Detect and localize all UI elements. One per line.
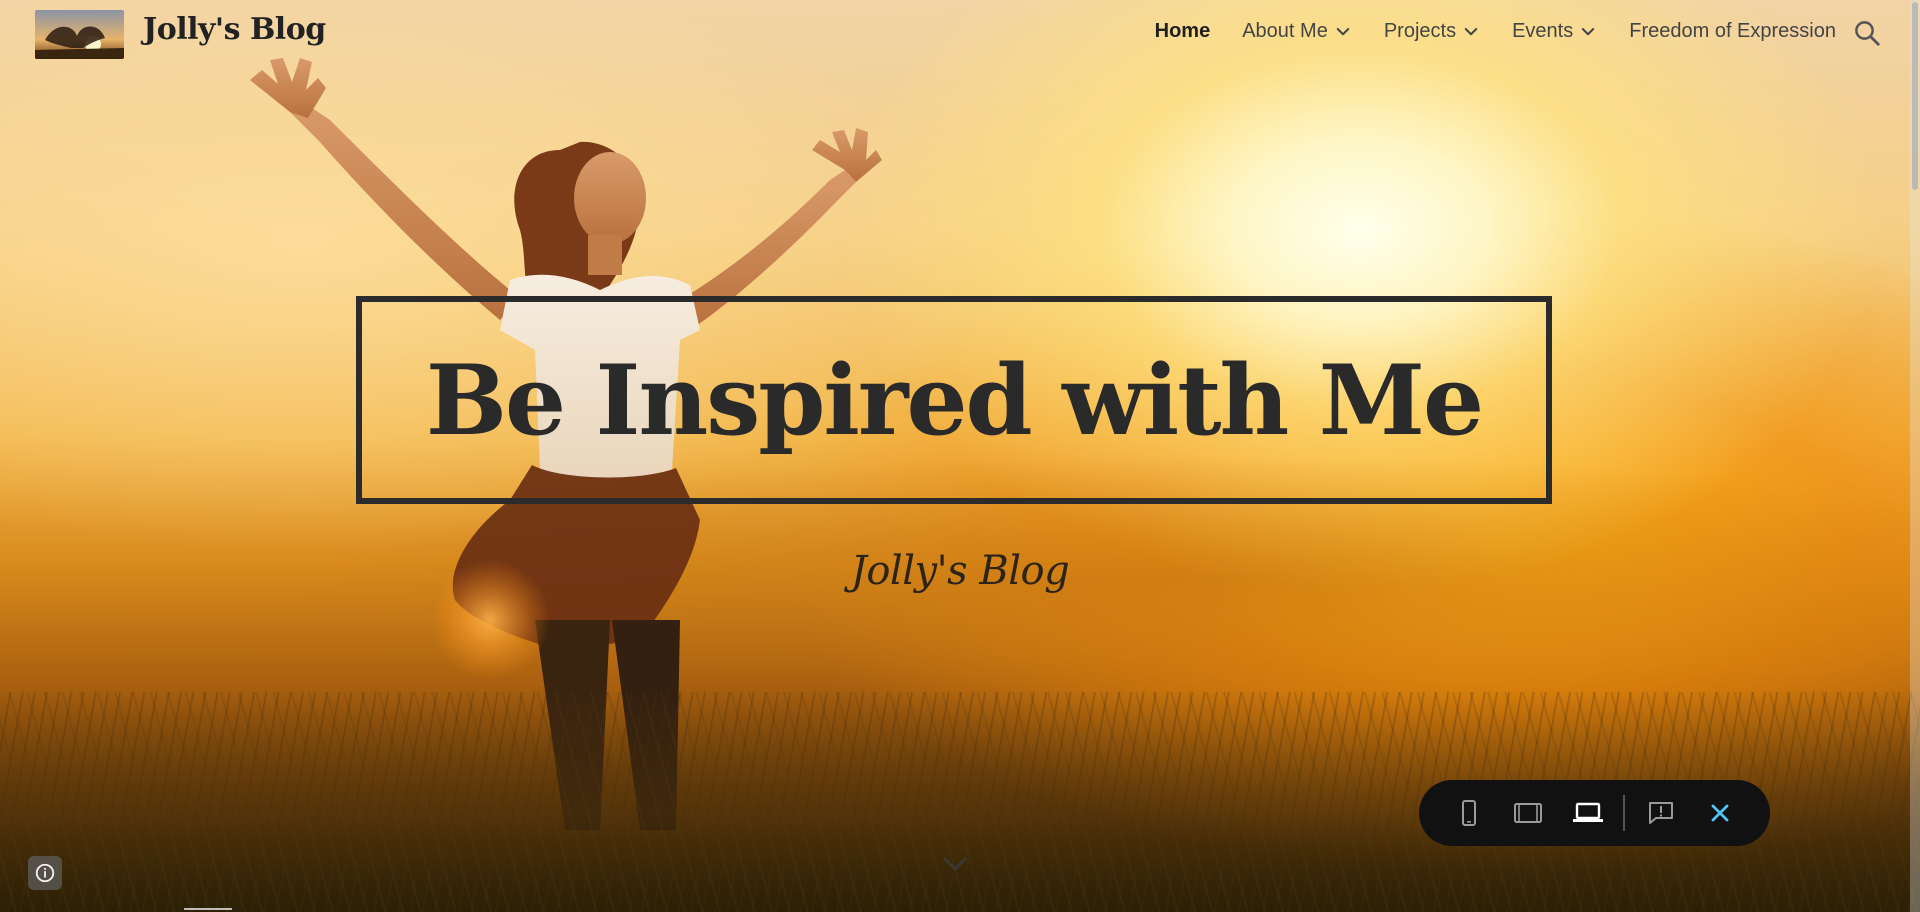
close-icon xyxy=(1711,804,1729,822)
chevron-down-icon[interactable] xyxy=(1579,23,1597,41)
preview-toolbar xyxy=(1419,780,1770,846)
nav-item-label: About Me xyxy=(1242,20,1328,42)
report-abuse-icon xyxy=(1648,802,1673,824)
bottom-divider xyxy=(184,908,232,910)
tablet-preview-icon xyxy=(1514,803,1543,823)
chevron-down-icon xyxy=(943,857,967,871)
site-header: Jolly's Blog Home About Me Projects Even… xyxy=(0,0,1910,70)
site-logo[interactable] xyxy=(35,10,124,59)
laptop-preview-button[interactable] xyxy=(1566,791,1609,835)
laptop-preview-icon xyxy=(1572,802,1603,822)
nav-item-label: Freedom of Expression xyxy=(1629,20,1836,42)
chevron-down-icon[interactable] xyxy=(1334,23,1352,41)
nav-item-label: Projects xyxy=(1383,20,1457,42)
nav-item-events[interactable]: Events xyxy=(1512,20,1597,43)
info-icon xyxy=(35,863,55,883)
report-abuse-button[interactable] xyxy=(1639,791,1682,835)
nav-item-freedom-of-expression[interactable]: Freedom of Expression xyxy=(1629,20,1836,43)
nav-item-label: Home xyxy=(1154,20,1211,42)
hero-subtitle: Jolly's Blog xyxy=(850,548,1070,594)
hero-title-box: Be Inspired with Me xyxy=(356,296,1552,504)
scrollbar-thumb[interactable] xyxy=(1912,2,1918,190)
page: Jolly's Blog Home About Me Projects Even… xyxy=(0,0,1920,912)
hero-title: Be Inspired with Me xyxy=(425,343,1484,457)
main-nav: Home About Me Projects Events Freedom of… xyxy=(1155,20,1836,43)
nav-item-label: Events xyxy=(1512,20,1574,42)
info-button[interactable] xyxy=(28,856,62,890)
scroll-down-button[interactable] xyxy=(940,852,970,876)
toolbar-divider xyxy=(1623,795,1626,831)
nav-item-home[interactable]: Home xyxy=(1155,20,1211,43)
nav-item-about-me[interactable]: About Me xyxy=(1242,20,1352,43)
search-icon xyxy=(1855,21,1880,46)
phone-preview-icon xyxy=(1461,800,1476,826)
page-scrollbar[interactable] xyxy=(1910,0,1920,912)
tablet-preview-button[interactable] xyxy=(1506,791,1549,835)
nav-item-projects[interactable]: Projects xyxy=(1384,20,1480,43)
site-title[interactable]: Jolly's Blog xyxy=(143,12,326,47)
phone-preview-button[interactable] xyxy=(1447,791,1490,835)
chevron-down-icon[interactable] xyxy=(1462,23,1480,41)
search-button[interactable] xyxy=(1852,18,1882,48)
close-preview-button[interactable] xyxy=(1699,791,1742,835)
